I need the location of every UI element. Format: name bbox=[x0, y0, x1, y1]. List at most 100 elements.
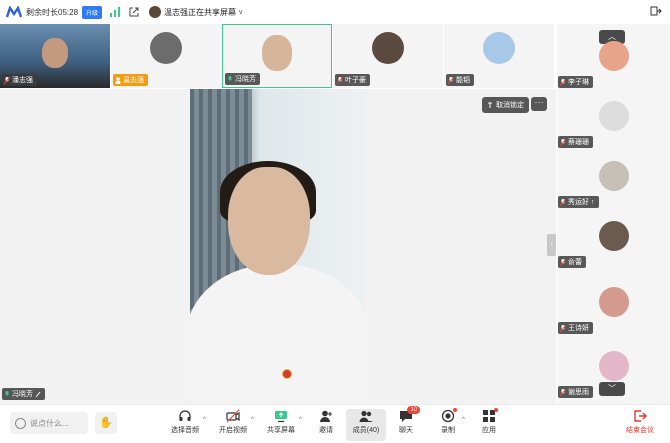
sidebar-participant[interactable]: 秀运好 ↑ bbox=[557, 154, 670, 208]
raise-hand-arrow-icon: ↑ bbox=[591, 198, 595, 206]
record-dot bbox=[453, 408, 457, 412]
participant-tile[interactable]: 潘志强 bbox=[0, 24, 110, 88]
sidebar-participant[interactable]: 王诗妍 bbox=[557, 280, 670, 334]
sidebar-participant[interactable]: 俞蕾 bbox=[557, 214, 670, 268]
pin-icon bbox=[488, 102, 492, 108]
record-options-caret[interactable]: ^ bbox=[462, 417, 465, 423]
participant-sidebar: ︿ 李子琳 蔡珊珊 秀运好 ↑ 俞蕾 王诗妍 谢思雨 ﹀ bbox=[557, 24, 670, 404]
say-something-placeholder: 说点什么... bbox=[30, 418, 69, 428]
upgrade-button[interactable]: 升级 bbox=[82, 5, 103, 19]
participant-name-tag: 王诗妍 bbox=[558, 322, 593, 334]
unlock-button[interactable]: 取消锁定 bbox=[482, 97, 529, 113]
camera-off-icon bbox=[226, 409, 240, 423]
emoji-icon[interactable] bbox=[15, 417, 26, 429]
main-video[interactable] bbox=[190, 89, 366, 404]
speaker-name: 冯晓芳 bbox=[12, 391, 33, 398]
video-options-caret[interactable]: ^ bbox=[251, 417, 254, 423]
participant-avatar bbox=[598, 161, 629, 191]
edit-icon[interactable] bbox=[35, 391, 41, 398]
share-status-text: 温志强正在共享屏幕 bbox=[164, 7, 237, 17]
participant-name: 温志强 bbox=[123, 77, 144, 84]
participant-avatar bbox=[598, 287, 629, 317]
participant-name-tag: 能韬 bbox=[446, 74, 474, 86]
end-meeting-label: 结束会议 bbox=[626, 427, 654, 434]
members-button[interactable]: 成员(40) bbox=[346, 409, 386, 441]
party-badge bbox=[282, 369, 292, 379]
participant-name: 俞蕾 bbox=[568, 259, 582, 266]
share-screen-icon bbox=[275, 411, 287, 423]
apps-label: 应用 bbox=[482, 427, 496, 434]
participant-avatar bbox=[598, 351, 629, 381]
chat-label: 聊天 bbox=[399, 427, 413, 434]
main-stage: 冯晓芳 取消锁定 ··· › bbox=[0, 89, 556, 404]
participant-avatar bbox=[598, 41, 629, 71]
participant-avatar bbox=[150, 32, 182, 64]
external-window-icon[interactable] bbox=[129, 7, 139, 17]
share-options-caret[interactable]: ^ bbox=[299, 417, 302, 423]
end-meeting-button[interactable]: 结束会议 bbox=[620, 409, 660, 441]
participant-name: 李子琳 bbox=[568, 79, 589, 86]
chat-button[interactable]: 10 聊天 bbox=[386, 406, 426, 441]
mic-off-icon bbox=[337, 76, 343, 84]
exit-fullscreen-icon[interactable] bbox=[650, 5, 662, 17]
sidebar-participant[interactable]: 蔡珊珊 bbox=[557, 94, 670, 148]
participant-name-tag: 秀运好 ↑ bbox=[558, 196, 599, 208]
hand-icon: ✋ bbox=[99, 417, 113, 429]
participant-name: 王诗妍 bbox=[568, 325, 589, 332]
apps-button[interactable]: 应用 bbox=[469, 408, 509, 441]
mic-off-icon bbox=[448, 76, 454, 84]
record-button[interactable]: 录制 bbox=[428, 408, 468, 441]
participant-strip: 潘志强 温志强 冯晓芳 叶子豪 能韬 bbox=[0, 24, 556, 89]
top-bar: 剩余时长05:28 升级 温志强正在共享屏幕 v bbox=[0, 0, 670, 24]
mic-off-icon bbox=[560, 78, 566, 86]
apps-icon-wrap bbox=[482, 408, 498, 423]
participant-avatar bbox=[598, 101, 629, 131]
participant-name: 秀运好 bbox=[568, 199, 589, 206]
members-icon bbox=[359, 410, 373, 422]
participant-name: 潘志强 bbox=[12, 77, 33, 84]
participant-name: 冯晓芳 bbox=[235, 76, 256, 83]
sharer-avatar bbox=[149, 6, 162, 18]
mic-icon bbox=[228, 75, 232, 80]
participant-name: 蔡珊珊 bbox=[568, 139, 589, 146]
participant-name-tag: 冯晓芳 bbox=[225, 73, 260, 85]
invite-button[interactable]: 邀请 bbox=[306, 409, 346, 441]
sidebar-participant[interactable]: 李子琳 bbox=[557, 34, 670, 88]
participant-name-tag: 潘志强 bbox=[2, 74, 37, 86]
participant-tile[interactable]: 叶子豪 bbox=[333, 24, 443, 88]
participant-name-tag: 叶子豪 bbox=[335, 74, 370, 86]
raise-hand-button[interactable]: ✋ bbox=[95, 412, 117, 434]
chat-icon-wrap: 10 bbox=[399, 406, 420, 423]
participant-name: 能韬 bbox=[456, 77, 470, 84]
participant-name-tag: 俞蕾 bbox=[558, 256, 586, 268]
share-status[interactable]: 温志强正在共享屏幕 v bbox=[149, 6, 243, 18]
audio-button[interactable]: 选择音频 bbox=[165, 409, 205, 441]
audio-options-caret[interactable]: ^ bbox=[203, 417, 206, 423]
headphone-icon bbox=[179, 410, 191, 421]
share-screen-button[interactable]: 共享屏幕 bbox=[261, 409, 301, 441]
video-label: 开启视频 bbox=[219, 427, 247, 434]
more-options-button[interactable]: ··· bbox=[531, 97, 547, 111]
participant-tile[interactable]: 能韬 bbox=[444, 24, 554, 88]
scroll-down-button[interactable]: ﹀ bbox=[599, 382, 625, 396]
exit-icon bbox=[634, 410, 647, 422]
add-user-icon bbox=[320, 410, 332, 422]
participant-tile[interactable]: 温志强 bbox=[111, 24, 221, 88]
mic-icon bbox=[5, 390, 9, 395]
mic-off-icon bbox=[4, 76, 10, 84]
participant-tile-active[interactable]: 冯晓芳 bbox=[222, 24, 332, 88]
record-icon-wrap bbox=[441, 408, 457, 423]
participant-name-tag: 温志强 bbox=[113, 74, 148, 86]
mic-off-icon bbox=[560, 138, 566, 146]
mic-off-icon bbox=[560, 324, 566, 332]
participant-avatar bbox=[372, 32, 404, 64]
sidebar-collapse-handle[interactable]: › bbox=[547, 234, 556, 256]
participant-avatar bbox=[483, 32, 515, 64]
participant-name-tag: 谢思雨 bbox=[558, 386, 593, 398]
signal-icon[interactable] bbox=[110, 7, 122, 17]
video-button[interactable]: 开启视频 bbox=[213, 409, 253, 441]
participant-avatar bbox=[598, 221, 629, 251]
say-something-input[interactable]: 说点什么... bbox=[10, 412, 88, 434]
mic-off-icon bbox=[560, 258, 566, 266]
unread-badge: 10 bbox=[407, 406, 420, 414]
